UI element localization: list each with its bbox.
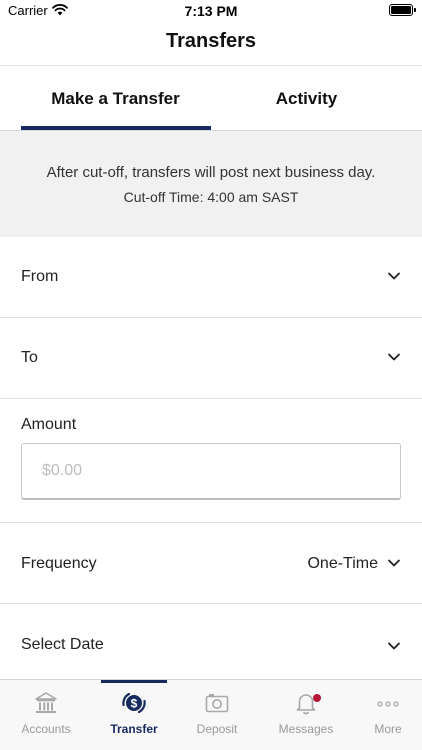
status-time: 7:13 PM	[184, 3, 238, 19]
tab-make-a-transfer[interactable]: Make a Transfer	[20, 66, 211, 131]
row-divider	[0, 398, 422, 399]
to-selector[interactable]: To	[0, 318, 422, 399]
bank-icon	[35, 692, 57, 713]
tabbar-item-transfer[interactable]: $ Transfer	[92, 680, 176, 750]
transfer-icon: $	[122, 692, 146, 714]
tabbar-item-accounts[interactable]: Accounts	[4, 680, 88, 750]
battery-icon	[389, 4, 416, 16]
more-icon	[377, 701, 399, 707]
from-label: From	[21, 268, 59, 285]
status-bar: Carrier 7:13 PM	[0, 0, 422, 22]
transfer-tabs: Make a Transfer Activity	[0, 66, 422, 131]
chevron-down-icon	[388, 272, 400, 280]
bottom-tab-bar: Accounts $ Transfer Deposit Messages Mor…	[0, 679, 422, 750]
tabbar-label: Deposit	[196, 722, 238, 736]
to-label: To	[21, 349, 38, 366]
svg-text:$: $	[131, 697, 138, 711]
chevron-down-icon	[388, 559, 400, 567]
cutoff-time: Cut-off Time: 4:00 am SAST	[123, 189, 299, 205]
tabbar-label: Accounts	[21, 722, 71, 736]
notification-badge	[313, 694, 321, 702]
tabbar-label: More	[374, 722, 402, 736]
tabbar-item-deposit[interactable]: Deposit	[175, 680, 259, 750]
date-label: Select Date	[21, 636, 104, 653]
tabbar-item-messages[interactable]: Messages	[264, 680, 348, 750]
chevron-down-icon	[388, 353, 400, 361]
from-selector[interactable]: From	[0, 237, 422, 318]
tabbar-label: Messages	[278, 722, 334, 736]
frequency-label: Frequency	[21, 555, 97, 572]
chevron-down-icon	[388, 642, 400, 650]
amount-input[interactable]	[21, 443, 401, 500]
frequency-selector[interactable]: Frequency One-Time	[0, 523, 422, 604]
tabbar-item-more[interactable]: More	[346, 680, 422, 750]
cutoff-notice: After cut-off, transfers will post next …	[0, 131, 422, 237]
notice-message: After cut-off, transfers will post next …	[46, 164, 376, 181]
date-selector[interactable]: Select Date	[0, 604, 422, 679]
page-title: Transfers	[165, 30, 257, 52]
frequency-value: One-Time	[307, 555, 378, 572]
tabbar-label: Transfer	[110, 722, 158, 736]
camera-icon	[205, 694, 229, 713]
amount-label: Amount	[21, 416, 77, 433]
tab-activity[interactable]: Activity	[211, 66, 402, 131]
